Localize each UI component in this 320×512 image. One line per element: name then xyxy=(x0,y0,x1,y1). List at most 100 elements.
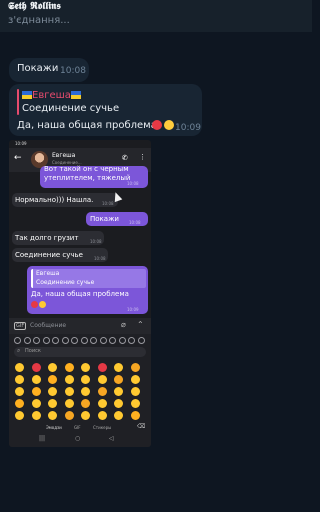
message-text: Да, наша общая проблема xyxy=(17,120,157,131)
message-bubble[interactable]: Соединение сучье 10:08 xyxy=(12,248,108,262)
backspace-icon[interactable]: ⌫ xyxy=(137,423,145,430)
emoji-category-icon[interactable] xyxy=(61,337,69,344)
emoji-key[interactable] xyxy=(64,363,74,372)
tab-emoji[interactable]: Эмодзи xyxy=(46,425,62,430)
emoji-key[interactable] xyxy=(48,387,57,396)
message-time: 10:08 xyxy=(60,66,86,76)
back-icon[interactable]: ◁ xyxy=(109,435,114,442)
emoji-category-icon[interactable] xyxy=(90,337,97,344)
emoji-key[interactable] xyxy=(15,363,24,372)
emoji-key[interactable] xyxy=(48,411,57,420)
emoji-category-bar[interactable] xyxy=(9,336,151,345)
emoji-category-icon[interactable] xyxy=(118,337,126,344)
message-input[interactable]: Сообщение xyxy=(30,322,66,329)
emoji-tab-bar[interactable]: Эмодзи GIF Стикеры ⌫ xyxy=(9,423,151,433)
attach-icon[interactable]: ⌀ xyxy=(121,320,126,329)
flag-icon xyxy=(22,91,32,99)
emoji-key[interactable] xyxy=(31,363,41,372)
home-icon[interactable]: ○ xyxy=(75,435,80,442)
more-icon[interactable]: ⋮ xyxy=(139,153,146,161)
emoji-key[interactable] xyxy=(64,375,74,384)
emoji-key[interactable] xyxy=(31,411,41,420)
emoji-key[interactable] xyxy=(48,375,57,384)
phone-screenshot[interactable]: 10:09 ← Евгеша Соединение... ✆ ⋮ Вот так… xyxy=(9,140,151,447)
phone-status-bar: 10:09 xyxy=(15,141,27,146)
emoji-keyboard[interactable]: ⌕ Поиск Эмодзи GIF Стикеры ⌫ ||| ○ ◁ xyxy=(9,334,151,447)
emoji-category-icon[interactable] xyxy=(23,337,31,344)
reply-bar xyxy=(17,89,19,115)
emoji-category-icon[interactable] xyxy=(128,337,135,344)
message-input-bar[interactable]: GIF Сообщение ⌀ ⌃ xyxy=(9,318,151,334)
emoji-key[interactable] xyxy=(81,387,90,396)
emoji-key[interactable] xyxy=(64,387,74,396)
emoji-key[interactable] xyxy=(114,363,123,372)
emoji-category-icon[interactable] xyxy=(52,337,59,344)
emoji-key[interactable] xyxy=(97,411,107,420)
emoji-key[interactable] xyxy=(114,375,123,384)
emoji-category-icon[interactable] xyxy=(109,337,116,344)
emoji-key[interactable] xyxy=(130,363,140,372)
emoji-key[interactable] xyxy=(97,375,107,384)
emoji-key[interactable] xyxy=(31,375,41,384)
nav-bar: ||| ○ ◁ xyxy=(9,435,151,445)
recent-apps-icon[interactable]: ||| xyxy=(39,435,45,442)
emoji-key[interactable] xyxy=(130,387,140,396)
emoji-key[interactable] xyxy=(114,411,123,420)
emoji-category-icon[interactable] xyxy=(99,337,107,344)
emoji-key[interactable] xyxy=(130,411,140,420)
reply-preview[interactable]: Евгеша Соединение сучье xyxy=(31,269,146,288)
emoji-key[interactable] xyxy=(64,399,74,408)
back-arrow-icon[interactable]: ← xyxy=(14,153,22,163)
chat-header: 𝕾𝖊𝖙𝖍 𝕽𝖔𝖑𝖑𝖎𝖓𝖘 з'єднання... xyxy=(0,0,312,32)
emoji-key[interactable] xyxy=(48,363,57,372)
tab-stickers[interactable]: Стикеры xyxy=(93,425,111,430)
emoji-key[interactable] xyxy=(48,399,57,408)
search-icon: ⌕ xyxy=(17,347,21,354)
emoji-key[interactable] xyxy=(97,363,107,372)
emoji-key[interactable] xyxy=(130,399,140,408)
message-bubble[interactable]: Покажи 10:08 xyxy=(9,58,89,82)
kiss-emoji-icon xyxy=(152,120,162,130)
tab-gif[interactable]: GIF xyxy=(74,425,81,430)
emoji-key[interactable] xyxy=(81,363,90,372)
message-bubble[interactable]: Так долго грузит 10:08 xyxy=(12,231,104,245)
emoji-key[interactable] xyxy=(130,375,140,384)
emoji-key[interactable] xyxy=(31,399,41,408)
emoji-key[interactable] xyxy=(15,399,24,408)
message-time: 10:09 xyxy=(175,123,201,133)
chevron-up-icon[interactable]: ⌃ xyxy=(137,320,144,329)
message-bubble[interactable]: Нормально))) Нашла. 10:08 xyxy=(12,193,118,207)
emoji-category-icon[interactable] xyxy=(42,337,50,344)
emoji-category-icon[interactable] xyxy=(33,337,40,344)
emoji-key[interactable] xyxy=(81,375,90,384)
connection-status: з'єднання... xyxy=(8,15,70,26)
emoji-key[interactable] xyxy=(15,387,24,396)
emoji-category-icon[interactable] xyxy=(14,337,21,344)
emoji-key[interactable] xyxy=(31,387,41,396)
emoji-key[interactable] xyxy=(15,411,24,420)
emoji-key[interactable] xyxy=(15,375,24,384)
emoji-key[interactable] xyxy=(97,387,107,396)
emoji-key[interactable] xyxy=(114,399,123,408)
message-bubble[interactable]: Евгеша Соединение сучье Да, наша общая п… xyxy=(9,84,202,136)
contact-name[interactable]: 𝕾𝖊𝖙𝖍 𝕽𝖔𝖑𝖑𝖎𝖓𝖘 xyxy=(8,1,61,12)
message-bubble[interactable]: Покажи 10:08 xyxy=(86,212,148,226)
emoji-search-field[interactable]: ⌕ Поиск xyxy=(14,347,146,357)
emoji-key[interactable] xyxy=(64,411,74,420)
gif-icon[interactable]: GIF xyxy=(14,322,27,330)
emoji-category-icon[interactable] xyxy=(137,337,145,344)
flag-icon xyxy=(70,91,81,99)
grin-emoji-icon xyxy=(39,301,46,308)
emoji-key[interactable] xyxy=(114,387,123,396)
kiss-emoji-icon xyxy=(31,301,38,308)
emoji-category-icon[interactable] xyxy=(80,337,88,344)
reply-author[interactable]: Евгеша xyxy=(22,90,81,101)
message-bubble[interactable]: Евгеша Соединение сучье Да, наша общая п… xyxy=(27,266,148,314)
phone-call-icon[interactable]: ✆ xyxy=(122,154,128,162)
emoji-key[interactable] xyxy=(81,411,90,420)
message-text: Покажи xyxy=(17,63,59,74)
emoji-key[interactable] xyxy=(97,399,107,408)
message-bubble[interactable]: Вот такой он с черным утеплителем, тяжел… xyxy=(40,165,148,188)
emoji-key[interactable] xyxy=(81,399,90,408)
emoji-category-icon[interactable] xyxy=(71,337,78,344)
